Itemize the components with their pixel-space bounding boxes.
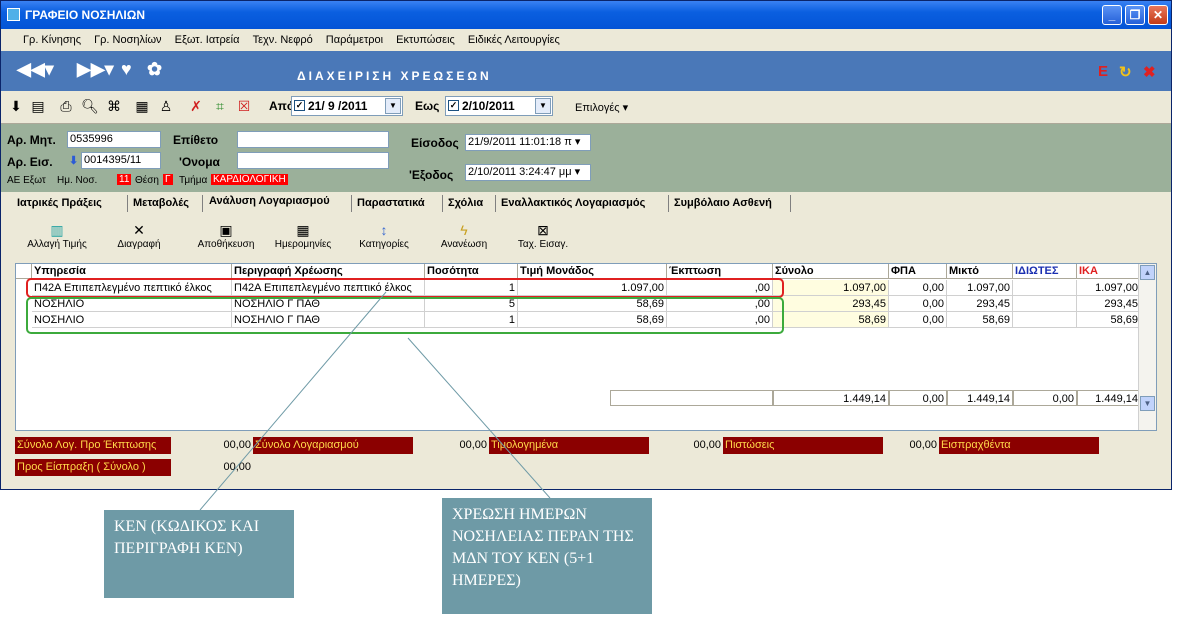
ken-connector-line: [199, 291, 387, 511]
ken-callout: ΚΕΝ (ΚΩΔΙΚΟΣ ΚΑΙ ΠΕΡΙΓΡΑΦΗ ΚΕΝ): [104, 510, 294, 598]
xreosi-callout: ΧΡΕΩΣΗ ΗΜΕΡΩΝ ΝΟΣΗΛΕΙΑΣ ΠΕΡΑΝ ΤΗΣ ΜΔΝ ΤΟ…: [442, 498, 652, 614]
xreosi-connector-line: [407, 337, 551, 499]
